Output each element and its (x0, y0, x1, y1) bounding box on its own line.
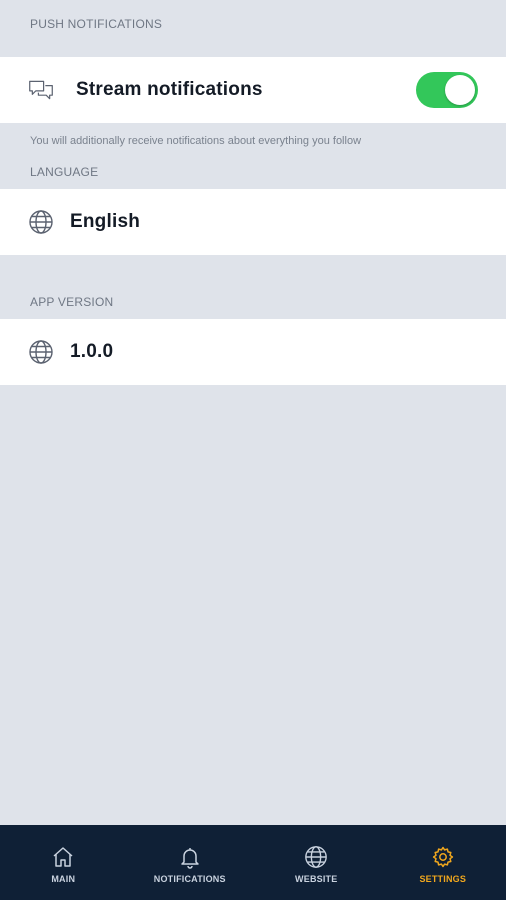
tab-settings-label: SETTINGS (419, 873, 467, 884)
bottom-tab-bar: MAIN NOTIFICATIONS WEBSITE SETTINGS (0, 825, 506, 900)
globe-icon (304, 844, 328, 870)
settings-screen: PUSH NOTIFICATIONS Stream notifications … (0, 0, 506, 900)
push-notifications-header: PUSH NOTIFICATIONS (30, 16, 163, 31)
stream-notifications-label: Stream notifications (76, 79, 263, 100)
tab-website[interactable]: WEBSITE (253, 825, 380, 900)
push-notifications-footnote: You will additionally receive notificati… (30, 135, 362, 147)
chat-bubbles-icon (28, 77, 54, 103)
language-row[interactable]: English (0, 189, 506, 255)
app-version-header: APP VERSION (30, 295, 114, 309)
stream-notifications-row[interactable]: Stream notifications (0, 57, 506, 123)
toggle-knob (445, 75, 475, 105)
stream-notifications-toggle[interactable] (416, 72, 478, 108)
gear-icon (431, 844, 455, 870)
home-icon (51, 844, 75, 870)
app-version-row: 1.0.0 (0, 319, 506, 385)
tab-main-label: MAIN (51, 873, 76, 884)
bell-icon (178, 844, 202, 870)
tab-notifications[interactable]: NOTIFICATIONS (127, 825, 254, 900)
tab-settings[interactable]: SETTINGS (380, 825, 506, 900)
app-version-value: 1.0.0 (70, 341, 114, 362)
tab-main[interactable]: MAIN (0, 825, 127, 900)
language-header: LANGUAGE (30, 165, 99, 179)
globe-icon (28, 209, 54, 235)
tab-notifications-label: NOTIFICATIONS (153, 873, 226, 884)
language-value: English (70, 211, 141, 232)
tab-website-label: WEBSITE (295, 873, 338, 884)
globe-icon (28, 339, 54, 365)
